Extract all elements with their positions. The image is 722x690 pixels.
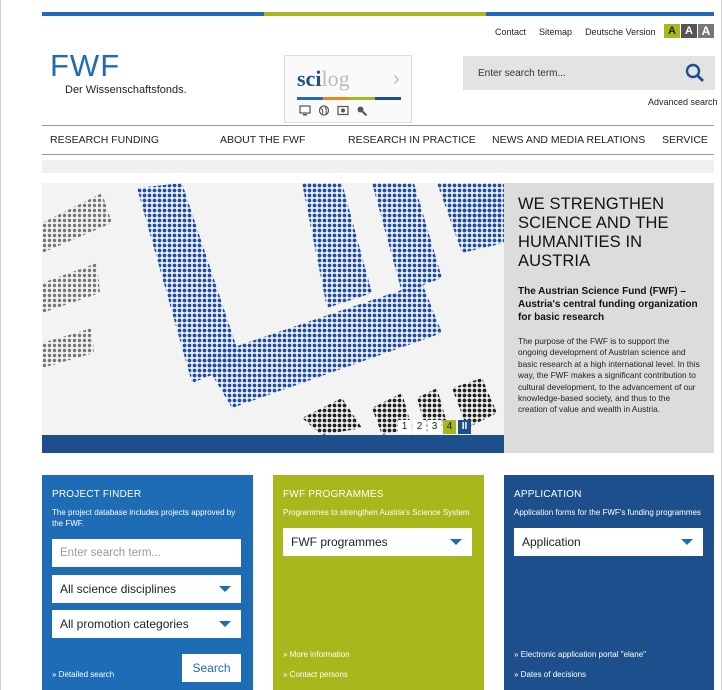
site-search-button[interactable] [675,56,715,90]
detailed-search-link[interactable]: » Detailed search [52,665,114,685]
scilog-sci: sci [297,66,322,91]
advanced-search-link[interactable]: Advanced search [648,97,718,107]
application-box: APPLICATION Application forms for the FW… [504,475,714,690]
pager-1[interactable]: 1 [398,420,411,434]
top-stripe-green [264,12,486,16]
search-icon[interactable] [356,105,368,116]
application-desc: Application forms for the FWF's funding … [514,508,701,517]
top-stripe-blue [42,12,264,16]
hero-slider: WE STRENGTHEN SCIENCE AND THE HUMANITIES… [42,183,714,453]
project-search-button[interactable]: Search [182,654,241,682]
hero-subtitle: The Austrian Science Fund (FWF) – Austri… [518,286,698,323]
promotion-category-value: All promotion categories [60,617,189,631]
programmes-links: » More information » Contact persons [283,645,350,685]
font-size-small-button[interactable]: A [664,24,680,38]
application-select[interactable]: Application [514,528,703,556]
top-stripe-blue-right [486,12,714,16]
scilog-icons [299,105,368,116]
pager-2[interactable]: 2 [413,420,426,434]
hero-image [42,183,504,435]
more-information-link[interactable]: » More information [283,645,350,665]
project-finder-box: PROJECT FINDER The project database incl… [42,475,253,690]
application-links: » Electronic application portal "elane" … [514,645,646,685]
chevron-down-icon [450,539,462,545]
nav-news-and-media-relations[interactable]: NEWS AND MEDIA RELATIONS [492,134,645,146]
contact-link[interactable]: Contact [495,27,526,37]
fwf-logo-mark: FWF [50,50,120,80]
font-size-switcher: A A A [664,24,714,38]
scilog-log: log [321,66,350,91]
hero-fwf-pattern-image [42,183,504,435]
chevron-down-icon [681,539,693,545]
science-discipline-select[interactable]: All science disciplines [52,575,241,603]
nav-research-in-practice[interactable]: RESEARCH IN PRACTICE [348,134,476,146]
deutsche-version-link[interactable]: Deutsche Version [585,27,656,37]
sitemap-link[interactable]: Sitemap [539,27,572,37]
globe-icon[interactable] [318,105,330,116]
pager-3[interactable]: 3 [428,420,441,434]
pager-4[interactable]: 4 [443,420,456,434]
section-spacer [42,160,714,173]
scilog-widget[interactable]: scilog › [284,55,412,123]
programmes-select[interactable]: FWF programmes [283,528,472,556]
hero-title: WE STRENGTHEN SCIENCE AND THE HUMANITIES… [518,195,669,270]
image-icon[interactable] [337,105,349,116]
monitor-icon[interactable] [299,105,311,116]
programmes-title: FWF PROGRAMMES [283,489,384,500]
chevron-right-icon: › [393,68,400,90]
fwf-logo[interactable]: FWF [50,48,122,85]
hero-body: The purpose of the FWF is to support the… [518,336,700,415]
chevron-down-icon [219,621,231,627]
science-discipline-value: All science disciplines [60,582,177,596]
hero-text-panel: WE STRENGTHEN SCIENCE AND THE HUMANITIES… [504,183,714,453]
nav-research-funding[interactable]: RESEARCH FUNDING [50,134,159,146]
font-size-large-button[interactable]: A [698,24,714,38]
hero-pager: 1 2 3 4 II [398,420,471,434]
top-links: Contact Sitemap Deutsche Version [495,27,656,37]
pause-icon[interactable]: II [458,420,471,434]
promotion-category-select[interactable]: All promotion categories [52,610,241,638]
nav-about-the-fwf[interactable]: ABOUT THE FWF [220,134,305,146]
logo-subtitle: Der Wissenschaftsfonds. [65,84,187,96]
hero-bottom-bar [42,435,504,453]
project-finder-desc: The project database includes projects a… [52,508,236,528]
nav-service[interactable]: SERVICE [662,134,708,146]
project-search-input[interactable] [52,539,241,567]
application-select-value: Application [522,535,581,549]
scilog-logo: scilog [297,66,350,92]
dates-of-decisions-link[interactable]: » Dates of decisions [514,665,646,685]
chevron-down-icon [219,586,231,592]
programmes-desc: Programmes to strengthen Austria's Scien… [283,508,470,517]
contact-persons-link[interactable]: » Contact persons [283,665,350,685]
font-size-medium-button[interactable]: A [681,24,697,38]
site-search-input[interactable] [463,56,673,90]
main-navigation: RESEARCH FUNDING ABOUT THE FWF RESEARCH … [42,125,714,155]
programmes-select-value: FWF programmes [291,535,388,549]
elane-portal-link[interactable]: » Electronic application portal "elane" [514,645,646,665]
magnifier-icon [685,63,704,82]
project-finder-title: PROJECT FINDER [52,489,142,500]
fwf-programmes-box: FWF PROGRAMMES Programmes to strengthen … [273,475,484,690]
fwf-logo-icon: FWF [50,48,120,83]
scilog-color-bar [297,97,401,100]
application-title: APPLICATION [514,489,582,500]
site-search [463,56,715,90]
project-finder-links: » Detailed search [52,665,114,685]
